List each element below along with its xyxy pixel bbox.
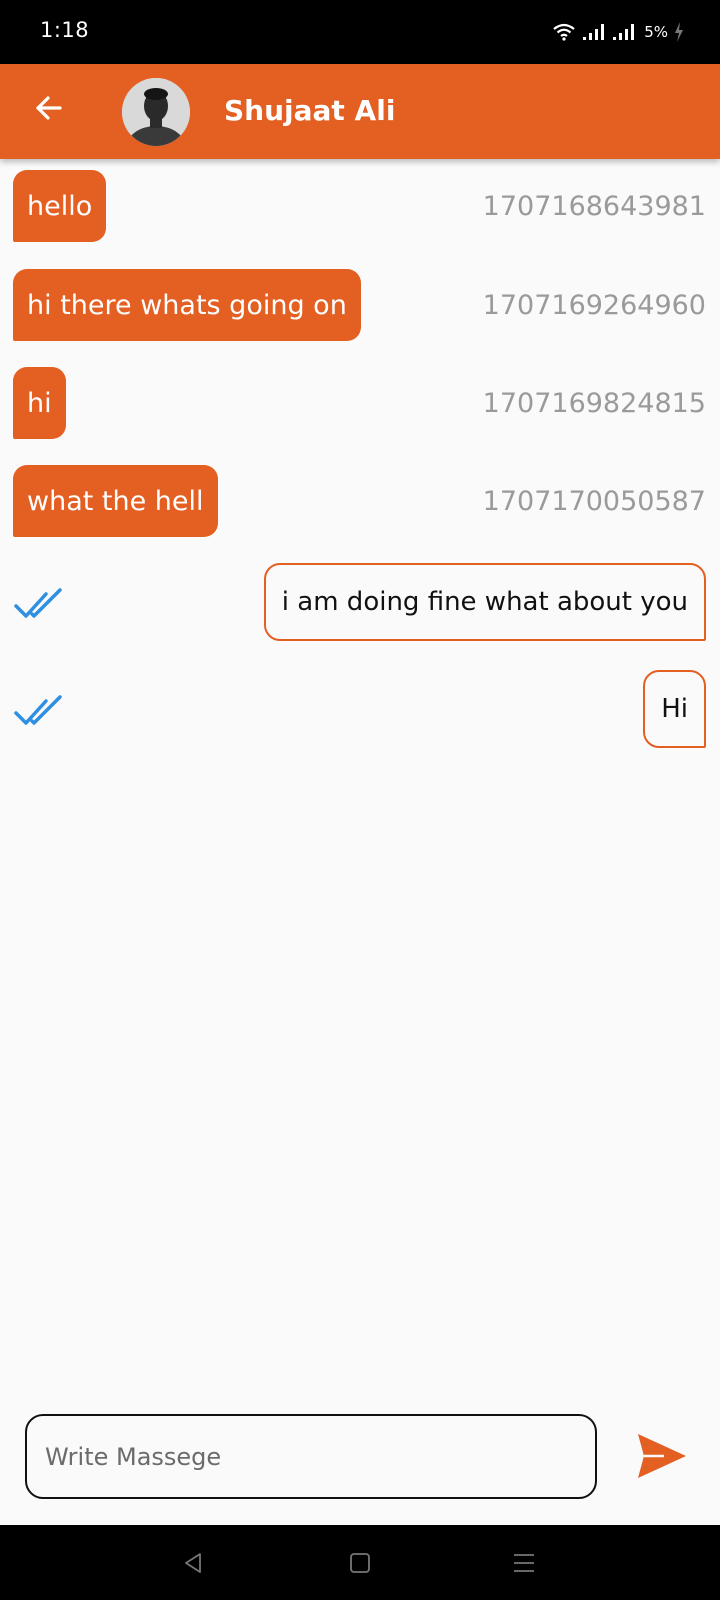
signal-icon — [613, 24, 635, 40]
avatar[interactable] — [122, 78, 190, 146]
message-list[interactable]: hello 1707168643981 hi there whats going… — [0, 159, 720, 1409]
nav-home-button[interactable] — [340, 1543, 380, 1583]
menu-lines-icon — [514, 1554, 534, 1572]
status-icons: 5% — [552, 20, 684, 44]
message-timestamp: 1707168643981 — [482, 190, 706, 222]
message-timestamp: 1707169264960 — [482, 289, 706, 321]
double-check-icon — [14, 695, 62, 725]
nav-menu-button[interactable] — [504, 1543, 544, 1583]
back-triangle-icon — [185, 1553, 201, 1573]
system-nav-bar — [0, 1525, 720, 1600]
incoming-message[interactable]: hello — [13, 170, 107, 242]
battery-percent: 5% — [644, 23, 668, 41]
back-button[interactable] — [28, 88, 68, 128]
incoming-message[interactable]: what the hell — [13, 465, 218, 537]
nav-back-button[interactable] — [173, 1543, 213, 1583]
send-button[interactable] — [634, 1430, 690, 1482]
chat-header: Shujaat Ali — [0, 64, 720, 159]
double-check-icon — [14, 588, 62, 618]
wifi-icon — [553, 23, 575, 41]
message-timestamp: 1707169824815 — [482, 387, 706, 419]
message-input[interactable] — [25, 1414, 597, 1499]
contact-name: Shujaat Ali — [224, 94, 396, 127]
incoming-message[interactable]: hi — [13, 367, 66, 439]
arrow-left-icon — [36, 96, 62, 120]
signal-icon — [583, 24, 605, 40]
incoming-message[interactable]: hi there whats going on — [13, 269, 361, 341]
outgoing-message[interactable]: i am doing fine what about you — [263, 563, 706, 641]
status-bar: 1:18 5% — [0, 0, 720, 64]
message-composer — [0, 1400, 720, 1525]
charging-icon — [675, 22, 683, 42]
message-timestamp: 1707170050587 — [482, 485, 706, 517]
send-icon — [638, 1434, 686, 1478]
status-time: 1:18 — [40, 18, 90, 42]
home-square-icon — [350, 1553, 370, 1573]
outgoing-message[interactable]: Hi — [643, 670, 706, 748]
profile-photo — [122, 78, 190, 146]
